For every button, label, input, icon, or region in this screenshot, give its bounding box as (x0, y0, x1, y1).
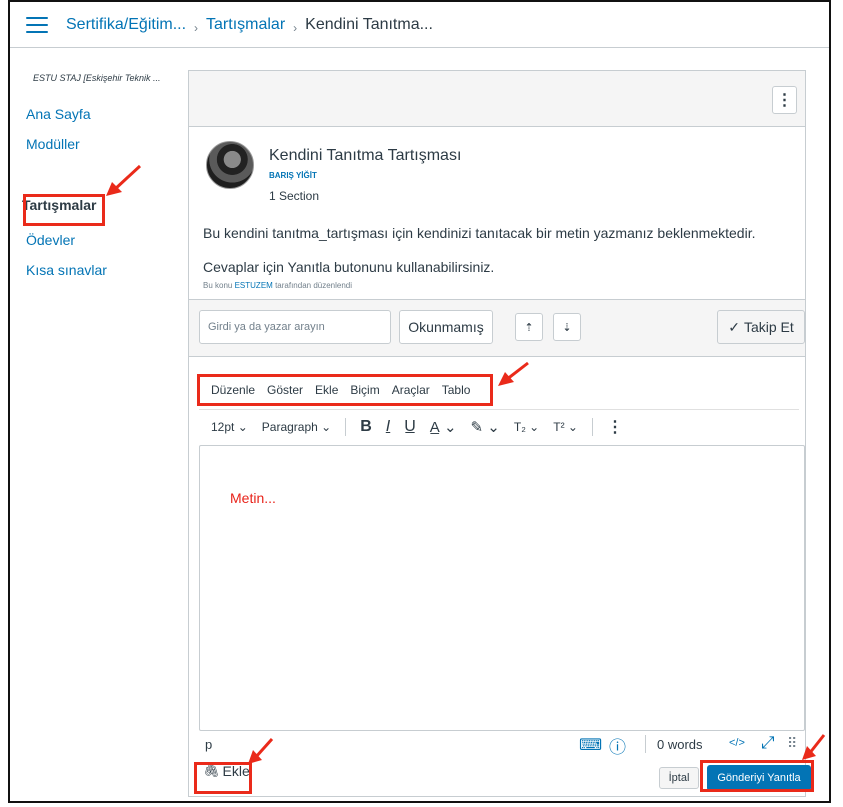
breadcrumb-discussions-link[interactable]: Tartışmalar (206, 16, 285, 34)
course-sidebar: ESTU STAJ [Eskişehir Teknik ... Ana Sayf… (10, 49, 178, 801)
topic-title: Kendini Tanıtma Tartışması (269, 147, 462, 164)
underline-icon[interactable]: U̲ (404, 418, 416, 436)
element-path: p (205, 737, 213, 752)
toolbar-divider (345, 417, 347, 436)
cancel-button[interactable]: İptal (659, 767, 699, 789)
search-input[interactable]: Girdi ya da yazar arayın (199, 310, 391, 344)
word-count[interactable]: 0 words (657, 737, 703, 752)
expand-all-icon[interactable]: ⇡ (515, 313, 543, 341)
breadcrumb-course-link[interactable]: Sertifika/Eğitim... (66, 16, 186, 34)
menu-edit[interactable]: Düzenle (211, 383, 255, 397)
menu-table[interactable]: Tablo (442, 383, 471, 397)
menu-insert[interactable]: Ekle (315, 383, 338, 397)
reply-submit-button[interactable]: Gönderiyi Yanıtla (707, 765, 811, 791)
more-options-icon[interactable]: ⋮ (772, 86, 797, 114)
sidebar-item-assignments[interactable]: Ödevler (26, 232, 75, 248)
text-color-icon[interactable]: A̲ ⌄ (430, 418, 457, 436)
editor-menubar: Düzenle Göster Ekle Biçim Araçlar Tablo (201, 375, 491, 405)
more-tools-icon[interactable]: ⋮ (607, 417, 623, 437)
discussion-topic: Kendini Tanıtma Tartışması BARIŞ YİĞİT 1… (189, 127, 805, 297)
keyboard-icon[interactable]: ⌨ (579, 735, 602, 755)
unread-filter-button[interactable]: Okunmamış (399, 310, 493, 344)
reply-editor[interactable]: Metin... (199, 445, 805, 731)
author-link[interactable]: BARIŞ YİĞİT (269, 171, 317, 180)
follow-label: Takip Et (743, 319, 794, 335)
collapse-all-icon[interactable]: ⇣ (553, 313, 581, 341)
breadcrumb-separator-icon: › (293, 20, 298, 35)
subscript-icon[interactable]: T₂ ⌄ (514, 420, 539, 434)
resize-handle-icon[interactable]: ⠿ (787, 735, 797, 752)
edited-note: Bu konu ESTUZEM tarafından düzenlendi (203, 281, 352, 290)
editor-content: Metin... (230, 490, 276, 506)
paperclip-icon: 🖇 (203, 763, 220, 778)
sidebar-item-modules[interactable]: Modüller (26, 136, 80, 152)
attach-file-button[interactable]: 🖇 Ekle (203, 763, 250, 779)
highlight-color-icon[interactable]: ✎ ⌄ (471, 418, 500, 436)
sidebar-item-quizzes[interactable]: Kısa sınavlar (26, 262, 107, 278)
font-size-value: 12pt (211, 419, 235, 434)
edited-suffix: tarafından düzenlendi (275, 281, 353, 290)
discussion-header-bar: ⋮ (189, 71, 805, 127)
editor-link[interactable]: ESTUZEM (235, 281, 273, 290)
menu-view[interactable]: Göster (267, 383, 303, 397)
sidebar-item-discussions[interactable]: Tartışmalar (22, 197, 96, 213)
toolbar-divider (591, 417, 593, 436)
bold-icon[interactable]: B (360, 418, 372, 436)
menu-tools[interactable]: Araçlar (392, 383, 430, 397)
author-avatar (206, 141, 254, 189)
status-divider (645, 735, 646, 753)
breadcrumb-current: Kendini Tanıtma... (305, 15, 433, 33)
attach-label: Ekle (222, 763, 250, 779)
fullscreen-icon[interactable]: ⤢ (761, 733, 775, 753)
editor-statusbar: p ⌨ ⓘ 0 words </> ⤢ ⠿ (199, 733, 799, 757)
breadcrumb-separator-icon: › (194, 20, 199, 35)
sidebar-item-home[interactable]: Ana Sayfa (26, 106, 91, 122)
filter-bar: Girdi ya da yazar arayın Okunmamış ⇡ ⇣ ✓… (189, 299, 805, 357)
topic-paragraph: Bu kendini tanıtma_tartışması için kendi… (203, 225, 756, 241)
window-frame: Sertifika/Eğitim... › Tartışmalar › Kend… (8, 0, 831, 803)
block-format-select[interactable]: Paragraph ⌄ (262, 420, 331, 434)
font-size-select[interactable]: 12pt ⌄ (211, 420, 248, 434)
block-format-value: Paragraph (261, 419, 318, 434)
accessibility-icon[interactable]: ⓘ (609, 733, 626, 758)
breadcrumb: Sertifika/Eğitim... › Tartışmalar › Kend… (66, 15, 433, 35)
chevron-down-icon: ⌄ (237, 419, 248, 434)
topic-paragraph: Cevaplar için Yanıtla butonunu kullanabi… (203, 259, 495, 275)
edited-prefix: Bu konu (203, 281, 233, 290)
html-editor-icon[interactable]: </> (729, 737, 745, 749)
menu-format[interactable]: Biçim (350, 383, 379, 397)
discussion-panel: ⋮ Kendini Tanıtma Tartışması BARIŞ YİĞİT… (188, 70, 811, 797)
superscript-icon[interactable]: T² ⌄ (553, 420, 578, 434)
editor-toolbar: 12pt ⌄ Paragraph ⌄ B I U̲ A̲ ⌄ ✎ ⌄ T₂ ⌄ … (199, 409, 799, 443)
top-bar: Sertifika/Eğitim... › Tartışmalar › Kend… (10, 2, 829, 48)
italic-icon[interactable]: I (386, 418, 390, 436)
hamburger-menu-icon[interactable] (26, 16, 48, 33)
section-count: 1 Section (269, 189, 320, 203)
course-name: ESTU STAJ [Eskişehir Teknik ... (33, 73, 161, 83)
chevron-down-icon: ⌄ (321, 419, 332, 434)
follow-button[interactable]: ✓ Takip Et (717, 310, 805, 344)
checkmark-icon: ✓ (728, 318, 740, 335)
